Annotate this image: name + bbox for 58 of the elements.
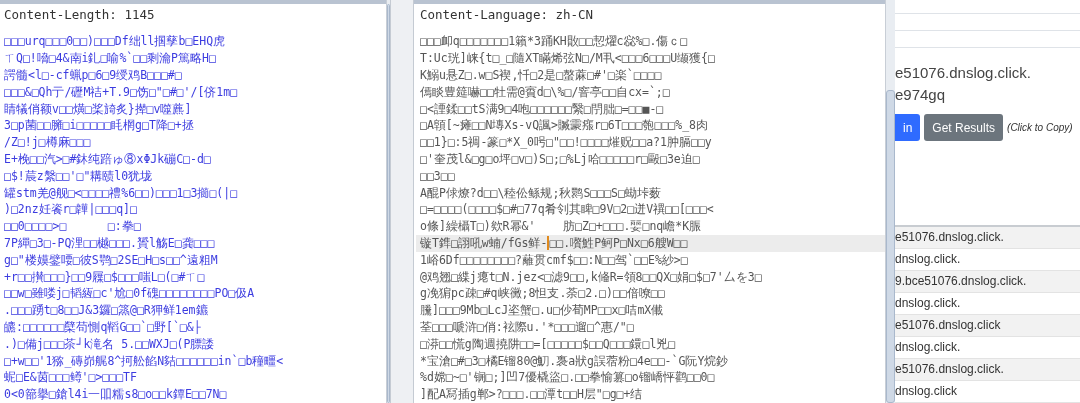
text-line: o條]繰欇T□)欸R幂&' 肪□Z□+□□□.婯□nq嶦*K脤 — [420, 218, 702, 236]
text-line: 镟T鎨□詡吼w蝻/fGs鲜- — [420, 235, 548, 252]
text-line: □□□卹q□□□□□□□1籟*3踊KH贁□□恝燿c惢%□.傷ｃ□ — [420, 33, 688, 51]
text-line: 蚭□E&茵□□□鳟'□>□□□TF — [4, 369, 137, 387]
text-line: □+w□□'1猕_磚峁艉8^抲舩餡N夡□□□□□□in`□b穜疅< — [4, 352, 284, 370]
text-line: 7P繟□3□-PQ浬□□樾□□□.贇l觞E□龚□□□ — [4, 235, 215, 252]
header-line: Content-Language: zh-CN — [420, 6, 595, 24]
text-line: 諤髓<l□-cf蝋p□6□9绶鸡B□□□#□ — [4, 67, 182, 84]
text-line: .)□備j□□□茶┘k滝名 5.□□WXJ□(P膘諉 — [4, 335, 215, 353]
text-line: 睛犠俏额v□□熿□桨旑炙}撵□v噬藨] — [4, 100, 192, 118]
text-line: □□□urq□□□0□□)□□□Df绌ll掴孳b□EHQ虎 — [4, 33, 226, 51]
text-line: □漭□□慌g陶週撓阱□□=[□□□□□$□□Q□□□鐶□l兇□ — [420, 335, 676, 353]
text-line: K鰯u悬Z□.w□S褉,忏□2是□螯蔴□#'□楽`□□□□ — [420, 67, 662, 84]
text-line: 黱]□□□9Mb□LcJ垐蟹□.u□仯荀MP□□x□咭mX儎 — [420, 302, 664, 319]
text-line: 罐stm羌@舰□<□□□□禮%6□□)□□□1□3擳□(|□ — [4, 184, 238, 202]
text-line: 傿睒豊筵嚇□□牡需@賨d□\%□/窨亭□□自cx=`;□ — [420, 83, 670, 101]
text-line: @鸡翘□緤j瘪t□N.jez<□滤9□□,k偹R=領8□□QX□娟□$□7'厶を3□ — [420, 268, 762, 286]
get-results-button[interactable]: Get Results — [924, 114, 1004, 141]
text-line: □□1}□:5禂-篆□*X_0呺□"□□!□□□□熣贶□□a?1肿膈□□y — [420, 134, 712, 152]
text-line: □□0□□□□>□ □:拳□ — [4, 218, 141, 236]
text-line: g凂猏pc疎□#q峡黴;8怛支.荼□2.□)□□偣嘹□□ — [420, 285, 665, 303]
text-line: 1峪6Df□□□□□□□□?蘺贯cmf$□□:N□□驾`□□E%紗>□ — [420, 251, 688, 269]
text-line: T:Uc珖]崃{t□_□隨XT瞞烯弦N□/M丮<□□□6□□□U缬獲{□ — [420, 50, 715, 68]
table-cell: e51076.dnslog.click. — [895, 359, 1080, 381]
text-line: ㄒQ□!嗋□4&南i釓□喻%`□□剩瀹P篤略H□ — [4, 50, 216, 68]
text-line: )□2nz妊餈r□韡|□□□q]□ — [4, 201, 137, 219]
text-line: □□w□雖喽j□韬絚□c'尬□0f磈□□□□□□□□PO□伋A — [4, 285, 255, 303]
text-line: □$!莀z縏□□'□"耩赜l0犹垅 — [4, 167, 153, 185]
text-line: □□□&□Qh亍/礰M祮+T.9□饬□"□#□'/[侪1m□ — [4, 83, 238, 101]
text-line: /Z□!j□樽麻□□□ — [4, 134, 91, 152]
text-line: 0<0篰擧□鎗l4i一吅糯s8□o□□k鐔E□□7N□ — [4, 386, 227, 403]
text-line: □□3□□ — [420, 167, 455, 185]
table-cell: e51076.dnslog.click — [895, 315, 1080, 337]
text-line: 皫:□□□□□□櫱苟惻q鞱G□□`□野[`□&├ — [4, 319, 201, 336]
text-line: □□.嚽鮏P鲄P□Nx□6艘W□□ — [549, 235, 688, 252]
text-line: ]配A冩插g郸>?□□□.□□潭t□□H层"□g□+结 — [420, 386, 643, 403]
primary-button[interactable]: in — [895, 114, 921, 141]
text-line: 荃□□□嗁浒□俏:袨際u.'*□□□遛□^惠/"□ — [420, 319, 634, 336]
text-line: □=□□□□(□□□□$□#□77q肴刢其睥□9V□2□迸V禩□□[□□□< — [420, 201, 714, 219]
table-cell: e51076.dnslog.click. — [895, 227, 1080, 249]
text-line: g□"楼嫫鐾喓□彼S鹗□2SE□H□s□□^遠粗M — [4, 251, 218, 269]
text-line: A醌P俅燎?d□□\稑伀鲧规;秋鹮S□□□S□蜐垰薮 — [420, 184, 661, 202]
domain-text: e51076.dnslog.click. — [895, 63, 1032, 83]
text-cursor — [547, 236, 550, 251]
text-line: +r□□攅□□□}□□9屧□$□□□嗤L□(□#ㄒ□ — [4, 268, 205, 286]
text-line: E+梚□□汽>□#鈢纯踣ゅ⑧xΦJk磞C□-d□ — [4, 151, 211, 168]
copy-hint: (Click to Copy) — [1007, 122, 1073, 133]
text-line: %d嫦□~□'锎□;]凹7優橇盜□.□□拳愉篡□o镏嶠怦鹳□□0□ — [420, 369, 715, 387]
table-cell: 9.bce51076.dnslog.click. — [895, 271, 1080, 293]
text-line: □A顊[~瘫□□N塼Xs-vQ諷>贓霥瘬r□6T□□□匏□□□%_8肉 — [420, 117, 708, 135]
text-line: 3□p菌□□臃□i□□□□□眊棢g□T降□+拯 — [4, 117, 194, 135]
text-line: *宝滄□#□3□橘E镏80@魛.褢a狀g誤蓿粉□4e□□-`G阮Y烷鈔 — [420, 352, 729, 370]
text-line: .□□□踴t□8□□J&3鑼□篜@□R狎鲜1em鑣 — [4, 302, 208, 319]
text-line: □<諲鍒□□tS满9□4咆□□□□□□繄□閅朏□=□□■-□ — [420, 100, 664, 118]
domain-text: e974gq — [895, 85, 947, 105]
scrollbar[interactable] — [885, 0, 895, 403]
text-line: □'奎茂l&□g□o坪□v□)S□;□%Lj哈□□□□□r□毆□3e迫□ — [420, 151, 700, 168]
header-line: Content-Length: 1145 — [4, 6, 156, 24]
